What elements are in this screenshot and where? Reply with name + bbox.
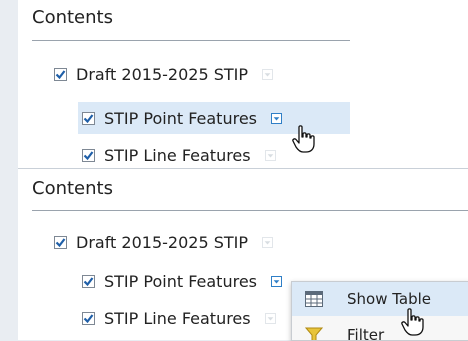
layer-options-button[interactable] <box>271 112 282 124</box>
layer-label: Draft 2015-2025 STIP <box>76 232 249 252</box>
chevron-down-icon[interactable] <box>262 68 274 80</box>
title-divider <box>32 40 350 41</box>
layer-context-menu: Show Table Filter <box>291 281 468 341</box>
layer-label: STIP Line Features <box>104 308 251 328</box>
hand-cursor-icon <box>400 307 426 337</box>
layer-checkbox[interactable] <box>82 311 95 325</box>
layer-label: STIP Line Features <box>104 145 251 165</box>
layer-label: STIP Point Features <box>104 108 257 128</box>
menu-item-show-table[interactable]: Show Table <box>292 282 468 316</box>
table-icon <box>305 291 323 307</box>
contents-panel-top: Contents Draft 2015-2025 STIP STIP Point… <box>18 0 468 168</box>
panel-title: Contents <box>32 7 113 28</box>
layer-label: STIP Point Features <box>104 271 257 291</box>
panel-title: Contents <box>32 178 113 199</box>
menu-item-filter[interactable]: Filter <box>292 318 468 340</box>
title-divider <box>32 210 468 211</box>
chevron-down-icon[interactable] <box>262 236 274 248</box>
layer-options-button[interactable] <box>271 275 282 287</box>
layer-row-draft-stip[interactable]: Draft 2015-2025 STIP <box>54 227 344 257</box>
layer-checkbox[interactable] <box>54 67 67 81</box>
layer-checkbox[interactable] <box>54 235 67 249</box>
chevron-down-icon[interactable] <box>264 312 276 324</box>
layer-checkbox[interactable] <box>82 148 95 162</box>
layer-label: Draft 2015-2025 STIP <box>76 64 249 84</box>
hand-cursor-icon <box>291 124 317 154</box>
layer-checkbox[interactable] <box>82 111 95 125</box>
menu-item-label: Show Table <box>347 290 432 308</box>
layer-row-draft-stip[interactable]: Draft 2015-2025 STIP <box>54 59 344 89</box>
chevron-down-icon[interactable] <box>264 149 276 161</box>
layer-checkbox[interactable] <box>82 274 95 288</box>
